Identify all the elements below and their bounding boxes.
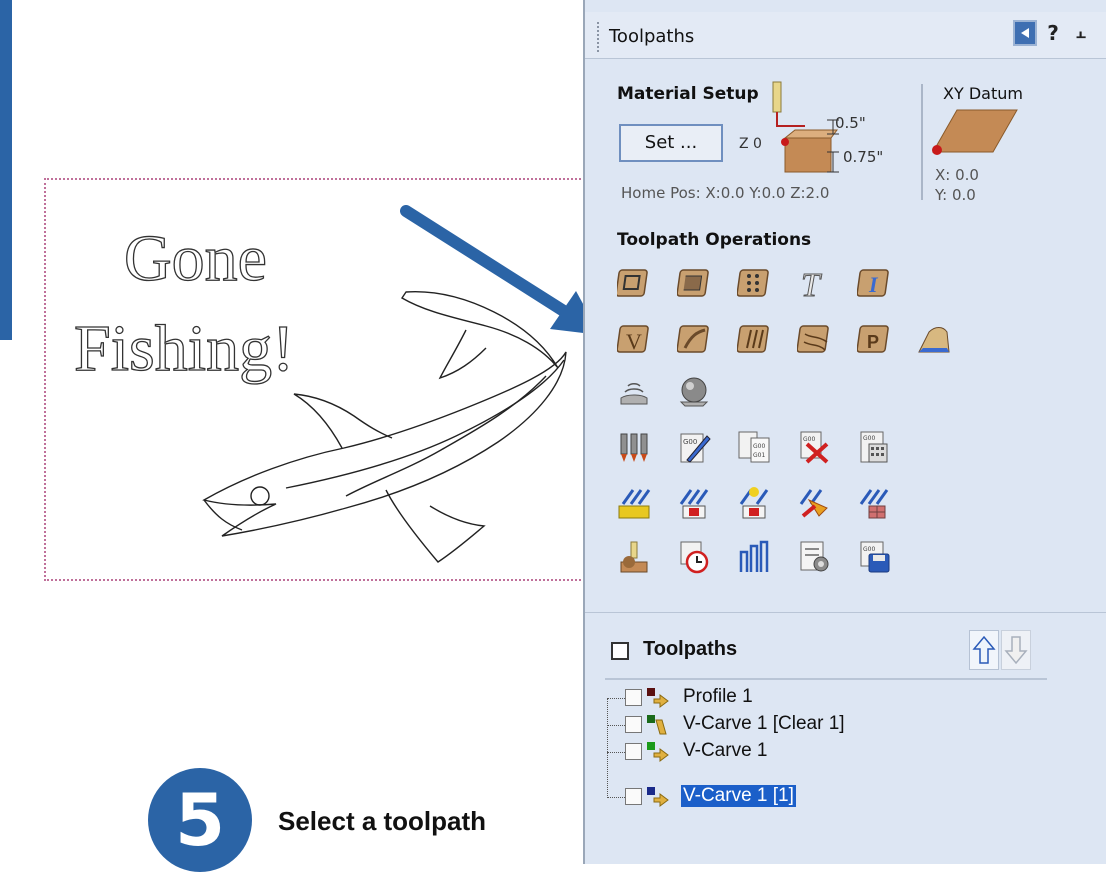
z-zero-label: Z 0 — [739, 136, 762, 152]
simulate-machining-icon[interactable] — [617, 540, 651, 574]
vcarve-toolpath-icon[interactable]: V — [617, 322, 651, 356]
profile-toolpath-icon[interactable] — [617, 266, 651, 300]
svg-text:V: V — [626, 329, 642, 354]
step-number: 5 — [174, 778, 226, 862]
help-icon[interactable]: ? — [1041, 20, 1065, 46]
drilling-toolpath-icon[interactable] — [737, 266, 771, 300]
tree-connector — [607, 725, 625, 726]
artwork-text-gone: Gone — [124, 222, 267, 295]
toolpaths-list-title: Toolpaths — [643, 638, 738, 660]
svg-text:G00: G00 — [753, 443, 765, 450]
profile-toolpath-item-icon — [647, 688, 669, 708]
preview-all-icon[interactable] — [617, 486, 651, 520]
engraving-toolpath-icon[interactable]: T — [797, 266, 831, 301]
z-offset-value: 0.5" — [835, 114, 866, 132]
panel-grip[interactable] — [597, 22, 601, 52]
toolpaths-select-all-checkbox[interactable] — [611, 642, 629, 660]
set-material-button[interactable]: Set ... — [619, 124, 723, 162]
fluting-toolpath-icon[interactable] — [737, 322, 771, 356]
artwork-text-fishing: Fishing! — [74, 312, 294, 385]
step-instruction: Select a toolpath — [278, 806, 487, 836]
toolpath-template-icon[interactable] — [797, 486, 831, 520]
svg-text:G00: G00 — [683, 438, 697, 446]
section-separator — [585, 612, 1106, 613]
toolpaths-panel: Toolpaths ? ⫠ Material Setup Set ... Z 0… — [583, 0, 1106, 864]
left-accent-bar — [0, 0, 12, 340]
xy-datum-title: XY Datum — [943, 84, 1023, 103]
svg-text:P: P — [867, 332, 879, 352]
quick-engrave-toolpath-icon[interactable]: P — [857, 322, 891, 356]
svg-text:G01: G01 — [753, 452, 765, 459]
pocket-toolpath-icon[interactable] — [677, 266, 711, 300]
pin-icon[interactable]: ⫠ — [1069, 20, 1093, 46]
texture-toolpath-icon[interactable] — [797, 322, 831, 356]
list-header-underline — [605, 678, 1047, 680]
vcarve-clear-toolpath-item-icon — [647, 715, 667, 735]
toolpath-calculator-icon[interactable]: G00 — [857, 430, 891, 464]
vcarve-toolpath-item-icon — [647, 787, 669, 807]
delete-toolpath-icon[interactable]: G00 — [797, 430, 831, 464]
tree-connector — [607, 698, 608, 798]
edit-toolpath-icon[interactable]: G00 — [677, 430, 711, 464]
tree-connector — [607, 698, 625, 699]
prism-carve-toolpath-icon[interactable] — [677, 322, 711, 356]
material-setup-title: Material Setup — [617, 84, 759, 104]
tool-database-icon[interactable] — [617, 430, 651, 464]
toolpath-item-label: V-Carve 1 — [683, 740, 768, 761]
merge-toolpaths-icon[interactable]: G00G01 — [737, 430, 771, 464]
material-diagram-icon — [772, 81, 839, 173]
inlay-toolpath-icon[interactable]: I — [857, 266, 891, 300]
panel-title: Toolpaths — [609, 26, 695, 47]
toolpath-visibility-checkbox[interactable] — [625, 689, 642, 706]
toolpath-item-label: V-Carve 1 [Clear 1] — [683, 713, 845, 734]
svg-text:I: I — [868, 272, 879, 297]
xy-datum-x: X: 0.0 — [935, 166, 979, 184]
arrow-down-icon — [1004, 636, 1028, 665]
step-number-badge: 5 — [148, 768, 252, 872]
3d-roughing-icon[interactable] — [617, 374, 651, 408]
move-down-button[interactable] — [1001, 630, 1031, 670]
toolpath-visibility-checkbox[interactable] — [625, 716, 642, 733]
toolpath-settings-icon[interactable] — [797, 540, 831, 574]
preview-selected-icon[interactable] — [677, 486, 711, 520]
toolpath-item-label: Profile 1 — [683, 686, 753, 707]
tree-connector — [607, 752, 625, 753]
tree-connector — [607, 797, 625, 798]
svg-text:G00: G00 — [803, 436, 815, 443]
xy-datum-icon[interactable] — [931, 106, 1021, 162]
home-position: Home Pos: X:0.0 Y:0.0 Z:2.0 — [621, 184, 830, 202]
xy-datum-y: Y: 0.0 — [935, 186, 976, 204]
reset-preview-icon[interactable] — [737, 486, 771, 520]
nesting-toolpaths-icon[interactable] — [737, 540, 771, 574]
save-toolpath-icon[interactable]: G00 — [857, 540, 891, 574]
toolpath-summary-icon[interactable] — [857, 486, 891, 520]
toolpath-operations-title: Toolpath Operations — [617, 230, 812, 250]
move-up-button[interactable] — [969, 630, 999, 670]
material-thickness-value: 0.75" — [843, 148, 884, 166]
toolpath-item-label: V-Carve 1 [1] — [681, 785, 796, 807]
section-divider — [921, 84, 923, 200]
3d-finishing-icon[interactable] — [677, 374, 711, 408]
svg-text:G00: G00 — [863, 435, 875, 442]
machining-time-icon[interactable] — [677, 540, 711, 574]
toolpath-visibility-checkbox[interactable] — [625, 788, 642, 805]
moulding-toolpath-icon[interactable] — [917, 322, 951, 356]
svg-text:G00: G00 — [863, 546, 875, 553]
arrow-up-icon — [972, 635, 996, 664]
dock-panel-icon[interactable] — [1013, 20, 1037, 46]
toolpath-visibility-checkbox[interactable] — [625, 743, 642, 760]
svg-text:T: T — [801, 267, 822, 300]
vcarve-toolpath-item-icon — [647, 742, 669, 762]
